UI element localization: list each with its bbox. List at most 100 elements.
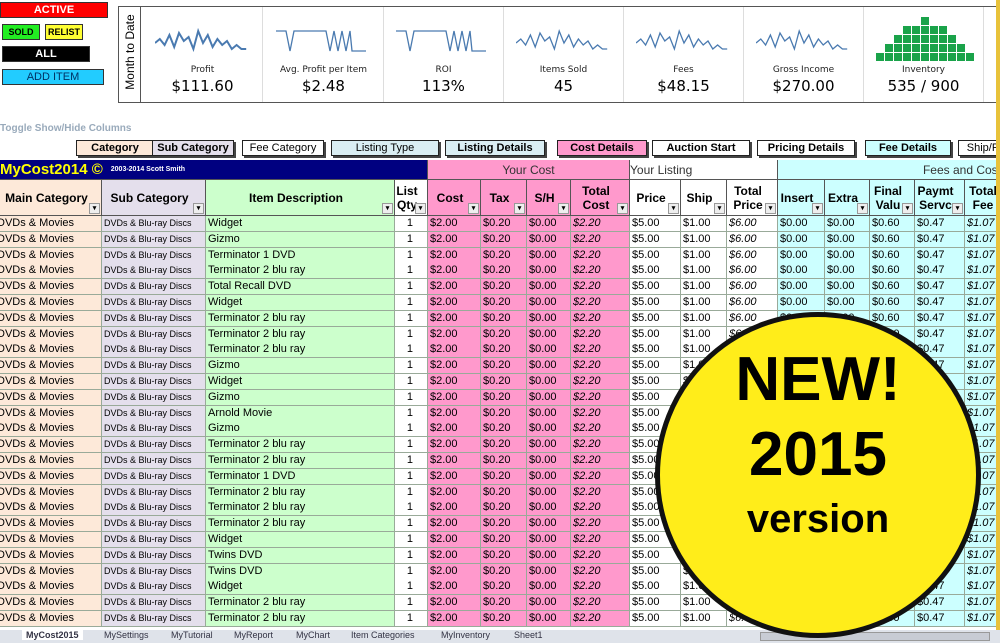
cell-description[interactable]: Terminator 1 DVD xyxy=(206,247,395,264)
filter-dropdown-icon[interactable]: ▾ xyxy=(668,203,679,214)
cell-cost[interactable]: $2.00 xyxy=(428,516,481,533)
cell-main[interactable]: DVDs & Movies xyxy=(0,421,102,438)
cell-ship[interactable]: $1.00 xyxy=(681,216,727,232)
cell-sub[interactable]: DVDs & Blu-ray Discs xyxy=(102,263,206,280)
cell-qty[interactable]: 1 xyxy=(395,389,428,406)
cell-description[interactable]: Terminator 2 blu ray xyxy=(206,611,395,627)
cell-final[interactable]: $0.60 xyxy=(870,247,915,264)
cell-total_cost[interactable]: $2.20 xyxy=(571,216,630,232)
cell-cost[interactable]: $2.00 xyxy=(428,453,481,469)
cell-sub[interactable]: DVDs & Blu-ray Discs xyxy=(102,231,206,248)
cell-sub[interactable]: DVDs & Blu-ray Discs xyxy=(102,611,206,627)
cell-sub[interactable]: DVDs & Blu-ray Discs xyxy=(102,579,206,596)
cell-sh[interactable]: $0.00 xyxy=(527,563,571,580)
cell-sh[interactable]: $0.00 xyxy=(527,611,571,627)
cell-main[interactable]: DVDs & Movies xyxy=(0,389,102,406)
cell-cost[interactable]: $2.00 xyxy=(428,484,481,501)
cell-qty[interactable]: 1 xyxy=(395,437,428,454)
cell-paymt[interactable]: $0.47 xyxy=(915,279,965,296)
cell-main[interactable]: DVDs & Movies xyxy=(0,532,102,548)
cell-sub[interactable]: DVDs & Blu-ray Discs xyxy=(102,437,206,454)
cell-description[interactable]: Total Recall DVD xyxy=(206,279,395,296)
cell-sub[interactable]: DVDs & Blu-ray Discs xyxy=(102,500,206,517)
sold-button[interactable]: SOLD xyxy=(2,24,40,40)
cell-tax[interactable]: $0.20 xyxy=(481,532,527,548)
cell-main[interactable]: DVDs & Movies xyxy=(0,437,102,454)
cell-description[interactable]: Widget xyxy=(206,579,395,596)
cell-total_fee[interactable]: $1.07 xyxy=(965,611,996,627)
filter-dropdown-icon[interactable]: ▾ xyxy=(468,203,479,214)
cell-qty[interactable]: 1 xyxy=(395,279,428,296)
cell-price[interactable]: $5.00 xyxy=(630,216,681,232)
column-header-tax[interactable]: Tax ▾ xyxy=(481,180,527,216)
sheet-tab-mytutorial[interactable]: MyTutorial xyxy=(167,630,217,640)
cell-qty[interactable]: 1 xyxy=(395,374,428,390)
cell-main[interactable]: DVDs & Movies xyxy=(0,468,102,485)
cell-qty[interactable]: 1 xyxy=(395,500,428,517)
cell-tax[interactable]: $0.20 xyxy=(481,279,527,296)
cell-cost[interactable]: $2.00 xyxy=(428,500,481,517)
cell-total_cost[interactable]: $2.20 xyxy=(571,484,630,501)
cell-total_fee[interactable]: $1.07 xyxy=(965,295,996,311)
cell-total_fee[interactable]: $1.07 xyxy=(965,579,996,596)
cell-total_cost[interactable]: $2.20 xyxy=(571,405,630,422)
cell-main[interactable]: DVDs & Movies xyxy=(0,279,102,296)
cell-total_fee[interactable]: $1.07 xyxy=(965,216,996,232)
cell-cost[interactable]: $2.00 xyxy=(428,216,481,232)
cell-sub[interactable]: DVDs & Blu-ray Discs xyxy=(102,247,206,264)
cell-main[interactable]: DVDs & Movies xyxy=(0,611,102,627)
sheet-tab-myreport[interactable]: MyReport xyxy=(230,630,277,640)
cell-ship[interactable]: $1.00 xyxy=(681,611,727,627)
cell-qty[interactable]: 1 xyxy=(395,532,428,548)
cell-total_cost[interactable]: $2.20 xyxy=(571,342,630,359)
cell-tax[interactable]: $0.20 xyxy=(481,216,527,232)
cell-sub[interactable]: DVDs & Blu-ray Discs xyxy=(102,516,206,533)
cell-extra[interactable]: $0.00 xyxy=(825,295,870,311)
cell-sh[interactable]: $0.00 xyxy=(527,216,571,232)
cell-price[interactable]: $5.00 xyxy=(630,595,681,612)
cell-cost[interactable]: $2.00 xyxy=(428,358,481,375)
cell-sub[interactable]: DVDs & Blu-ray Discs xyxy=(102,532,206,548)
cell-qty[interactable]: 1 xyxy=(395,342,428,359)
cell-cost[interactable]: $2.00 xyxy=(428,563,481,580)
toggle-pricing-details-button[interactable]: Pricing Details xyxy=(757,140,855,156)
cell-paymt[interactable]: $0.47 xyxy=(915,310,965,327)
column-header-sub-category[interactable]: Sub Category ▾ xyxy=(102,180,206,216)
cell-tax[interactable]: $0.20 xyxy=(481,358,527,375)
filter-dropdown-icon[interactable]: ▾ xyxy=(89,203,100,214)
cell-paymt[interactable]: $0.47 xyxy=(915,263,965,280)
cell-qty[interactable]: 1 xyxy=(395,595,428,612)
cell-total_cost[interactable]: $2.20 xyxy=(571,310,630,327)
cell-final[interactable]: $0.60 xyxy=(870,231,915,248)
cell-main[interactable]: DVDs & Movies xyxy=(0,484,102,501)
cell-main[interactable]: DVDs & Movies xyxy=(0,263,102,280)
column-header-cost[interactable]: Cost ▾ xyxy=(428,180,481,216)
filter-dropdown-icon[interactable]: ▾ xyxy=(902,203,913,214)
cell-description[interactable]: Gizmo xyxy=(206,389,395,406)
cell-total_cost[interactable]: $2.20 xyxy=(571,611,630,627)
column-header-total-cost[interactable]: Total Cost ▾ xyxy=(571,180,630,216)
toggle-listing-details-button[interactable]: Listing Details xyxy=(445,140,545,156)
cell-tax[interactable]: $0.20 xyxy=(481,374,527,390)
cell-sub[interactable]: DVDs & Blu-ray Discs xyxy=(102,421,206,438)
cell-tax[interactable]: $0.20 xyxy=(481,263,527,280)
cell-description[interactable]: Terminator 2 blu ray xyxy=(206,516,395,533)
cell-cost[interactable]: $2.00 xyxy=(428,437,481,454)
cell-cost[interactable]: $2.00 xyxy=(428,247,481,264)
cell-total_fee[interactable]: $1.07 xyxy=(965,263,996,280)
cell-sh[interactable]: $0.00 xyxy=(527,358,571,375)
cell-ship[interactable]: $1.00 xyxy=(681,263,727,280)
cell-paymt[interactable]: $0.47 xyxy=(915,326,965,343)
cell-description[interactable]: Terminator 2 blu ray xyxy=(206,310,395,327)
cell-tax[interactable]: $0.20 xyxy=(481,247,527,264)
cell-main[interactable]: DVDs & Movies xyxy=(0,595,102,612)
cell-main[interactable]: DVDs & Movies xyxy=(0,547,102,564)
cell-description[interactable]: Widget xyxy=(206,374,395,390)
cell-total_fee[interactable]: $1.07 xyxy=(965,326,996,343)
cell-insert[interactable]: $0.00 xyxy=(778,247,825,264)
cell-total_cost[interactable]: $2.20 xyxy=(571,532,630,548)
cell-sub[interactable]: DVDs & Blu-ray Discs xyxy=(102,389,206,406)
cell-description[interactable]: Gizmo xyxy=(206,421,395,438)
cell-sh[interactable]: $0.00 xyxy=(527,263,571,280)
cell-sh[interactable]: $0.00 xyxy=(527,279,571,296)
